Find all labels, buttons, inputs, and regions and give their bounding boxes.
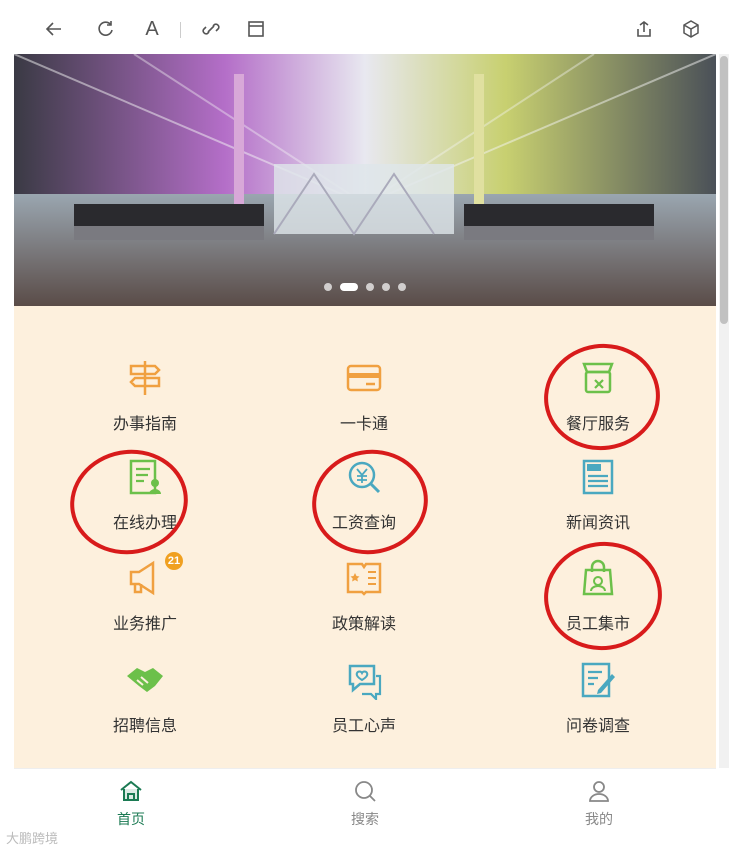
- home-icon: [119, 779, 143, 803]
- service-item-recruit[interactable]: 招聘信息: [55, 660, 235, 750]
- pagination-dot[interactable]: [366, 283, 374, 291]
- pagination-dot-active[interactable]: [340, 283, 358, 291]
- back-arrow-icon[interactable]: [43, 18, 65, 40]
- share-icon[interactable]: [633, 18, 655, 40]
- service-label: 新闻资讯: [565, 515, 630, 532]
- heart-chat-icon: [344, 660, 384, 702]
- service-label: 业务推广: [112, 616, 177, 633]
- pagination-dot[interactable]: [398, 283, 406, 291]
- service-item-card[interactable]: 一卡通: [274, 358, 454, 448]
- signpost-icon: [125, 358, 165, 398]
- service-label: 政策解读: [331, 616, 396, 633]
- service-item-policy[interactable]: 政策解读: [274, 558, 454, 648]
- card-icon: [344, 358, 384, 398]
- service-item-promotion[interactable]: 21 业务推广: [55, 552, 235, 648]
- app-frame: 办事指南 一卡通 餐厅服务 在线办理 工资查询 新闻资讯 21 业务推广 政策解…: [14, 54, 716, 768]
- refresh-icon[interactable]: [95, 18, 117, 40]
- font-icon[interactable]: A: [141, 18, 163, 40]
- pagination-dot[interactable]: [382, 283, 390, 291]
- browser-toolbar: A: [0, 0, 739, 54]
- service-label: 招聘信息: [112, 718, 177, 735]
- window-icon[interactable]: [245, 18, 267, 40]
- service-item-guide[interactable]: 办事指南: [55, 358, 235, 448]
- megaphone-icon: [125, 558, 165, 598]
- toolbar-separator: [180, 22, 181, 38]
- search-icon: [353, 779, 377, 803]
- survey-icon: [578, 660, 618, 700]
- pagination-dot[interactable]: [324, 283, 332, 291]
- service-item-voice[interactable]: 员工心声: [274, 660, 454, 750]
- scrollbar[interactable]: [719, 54, 729, 768]
- service-item-survey[interactable]: 问卷调查: [508, 660, 688, 750]
- book-icon: [344, 558, 384, 598]
- user-icon: [587, 779, 611, 803]
- banner-pagination: [14, 283, 716, 291]
- scrollbar-thumb[interactable]: [720, 56, 728, 324]
- notification-badge: 21: [165, 552, 183, 570]
- tab-search[interactable]: 搜索: [248, 769, 482, 831]
- cube-icon[interactable]: [680, 18, 702, 40]
- tab-label: 我的: [585, 811, 613, 827]
- service-label: 问卷调查: [565, 718, 630, 735]
- tab-label: 首页: [117, 811, 145, 827]
- service-item-news[interactable]: 新闻资讯: [508, 457, 688, 547]
- service-label: 员工心声: [331, 718, 396, 735]
- service-label: 办事指南: [112, 416, 177, 433]
- service-label: 一卡通: [339, 416, 388, 433]
- banner-image[interactable]: [14, 54, 716, 306]
- handshake-icon: [125, 660, 165, 700]
- watermark: 大鹏跨境: [6, 831, 59, 846]
- tab-profile[interactable]: 我的: [482, 769, 716, 831]
- link-icon[interactable]: [200, 18, 222, 40]
- tab-home[interactable]: 首页: [14, 769, 248, 831]
- news-icon: [578, 457, 618, 497]
- bottom-tab-bar: 首页 搜索 我的: [14, 768, 716, 831]
- tab-label: 搜索: [351, 811, 379, 827]
